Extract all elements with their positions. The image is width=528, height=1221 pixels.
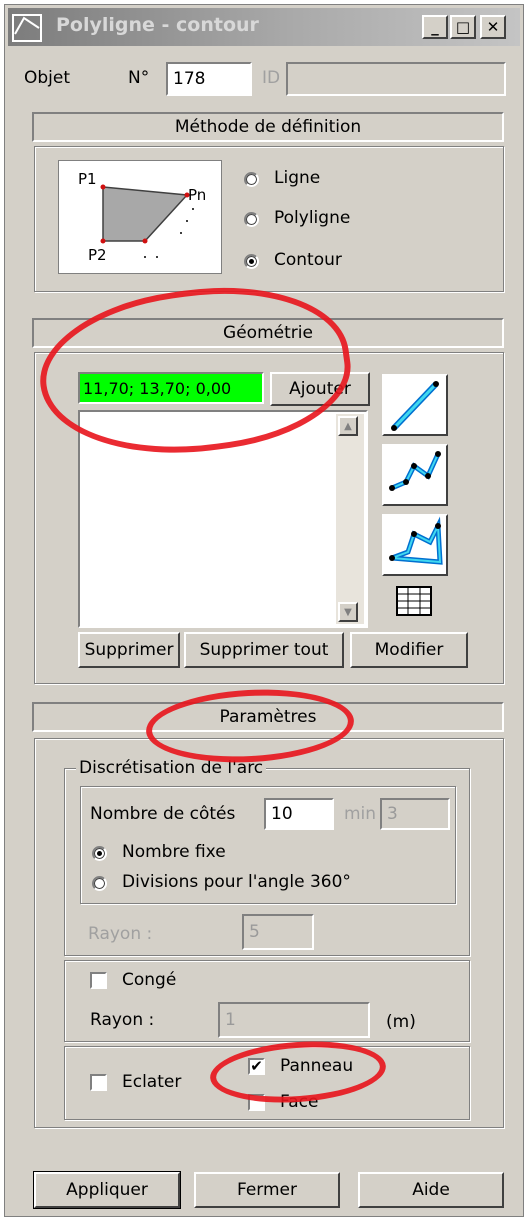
radio-polyligne-label: Polyligne [274, 208, 351, 228]
rayon-disc-label: Rayon : [88, 924, 153, 944]
rayon-disc-field[interactable]: 5 [242, 914, 314, 950]
contour-tool-icon[interactable] [382, 514, 448, 576]
close-button[interactable]: ✕ [480, 15, 506, 39]
methode-header: Méthode de définition [32, 112, 504, 142]
radio-contour-label: Contour [274, 250, 342, 270]
radio-divisions-360-label: Divisions pour l'angle 360° [122, 872, 351, 892]
scroll-down-arrow[interactable]: ▼ [338, 602, 358, 622]
rayon-label: Rayon : [90, 1010, 155, 1030]
appliquer-button[interactable]: Appliquer [33, 1171, 181, 1209]
id-label: ID [262, 68, 281, 88]
radio-divisions-360[interactable] [92, 876, 107, 891]
maximize-icon: □ [455, 17, 471, 36]
table-grid-icon[interactable] [396, 586, 432, 616]
objet-label: Objet [24, 68, 71, 88]
radio-contour[interactable] [244, 254, 259, 269]
radio-ligne[interactable] [244, 172, 259, 187]
numero-label: N° [128, 68, 150, 88]
fermer-button[interactable]: Fermer [194, 1172, 340, 1208]
diagram-pn-label: Pn [188, 186, 207, 204]
scroll-up-arrow[interactable]: ▲ [338, 416, 358, 436]
polyline-tool-icon[interactable] [382, 444, 448, 506]
close-icon: ✕ [486, 17, 500, 36]
supprimer-tout-button[interactable]: Supprimer tout [184, 632, 344, 668]
minimize-icon: _ [431, 17, 439, 36]
min-field[interactable]: 3 [380, 798, 450, 830]
eclater-label: Eclater [122, 1072, 182, 1092]
modifier-button[interactable]: Modifier [350, 632, 468, 668]
supprimer-button[interactable]: Supprimer [78, 632, 180, 668]
diagram-p1-label: P1 [78, 170, 97, 188]
radio-selected-dot [97, 851, 102, 856]
radio-polyligne[interactable] [244, 212, 259, 227]
window-app-icon [12, 14, 42, 42]
id-field[interactable] [286, 62, 506, 96]
radio-selected-dot [249, 259, 254, 264]
nombre-cotes-field[interactable]: 10 [264, 798, 334, 830]
rayon-unit-label: (m) [386, 1012, 416, 1032]
radio-ligne-label: Ligne [274, 168, 321, 188]
diagram-p2-label: P2 [88, 246, 107, 264]
list-scrollbar[interactable] [336, 414, 364, 624]
min-label: min [344, 804, 377, 824]
methode-header-label: Méthode de définition [174, 117, 362, 137]
window-title: Polyligne - contour [56, 14, 259, 36]
eclater-checkbox[interactable] [90, 1074, 107, 1091]
aide-button[interactable]: Aide [358, 1172, 504, 1208]
minimize-button[interactable]: _ [422, 15, 448, 39]
numero-field[interactable]: 178 [166, 62, 252, 96]
radio-nombre-fixe-label: Nombre fixe [122, 842, 226, 862]
maximize-button[interactable]: □ [450, 15, 476, 39]
line-tool-icon[interactable] [382, 374, 448, 436]
radio-nombre-fixe[interactable] [92, 846, 107, 861]
conge-checkbox[interactable] [90, 972, 107, 989]
conge-label: Congé [122, 970, 177, 990]
nombre-cotes-label: Nombre de côtés [90, 804, 236, 824]
rayon-field[interactable]: 1 [218, 1002, 370, 1038]
